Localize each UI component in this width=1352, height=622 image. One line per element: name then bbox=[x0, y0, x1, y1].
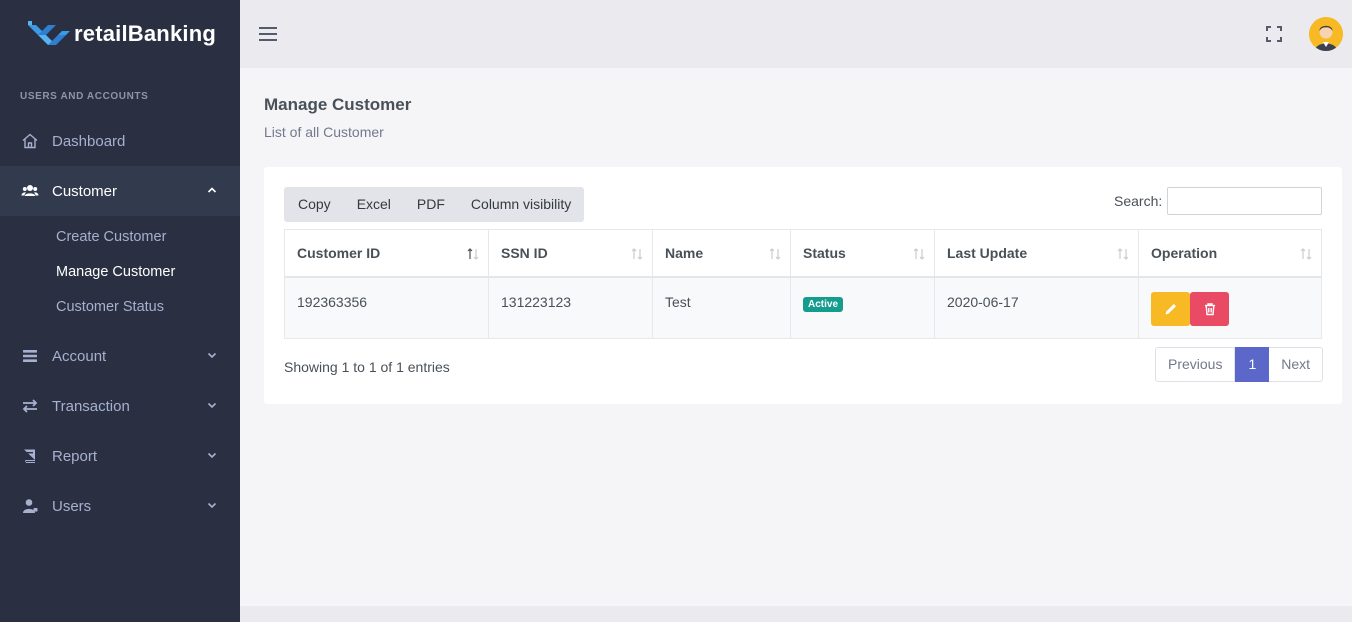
edit-button[interactable] bbox=[1151, 291, 1190, 326]
cell-name: Test bbox=[652, 276, 791, 339]
page-subtitle: List of all Customer bbox=[264, 124, 384, 140]
home-icon bbox=[20, 131, 40, 151]
brand-name: retailBanking bbox=[74, 21, 216, 46]
hamburger-menu-icon[interactable] bbox=[258, 24, 278, 44]
column-header-status[interactable]: Status bbox=[790, 229, 935, 278]
submenu-customer-status[interactable]: Customer Status bbox=[0, 290, 240, 325]
submenu-create-customer[interactable]: Create Customer bbox=[0, 220, 240, 255]
chevron-up-icon bbox=[207, 187, 217, 193]
column-header-operation[interactable]: Operation bbox=[1138, 229, 1322, 278]
sidebar-item-label: Users bbox=[52, 497, 92, 515]
table-info: Showing 1 to 1 of 1 entries bbox=[284, 359, 450, 375]
sort-icon bbox=[769, 248, 781, 260]
column-visibility-button[interactable]: Column visibility bbox=[458, 187, 584, 222]
exchange-icon bbox=[20, 396, 40, 416]
topbar bbox=[240, 0, 1352, 68]
sidebar-item-dashboard[interactable]: Dashboard bbox=[0, 116, 240, 166]
customer-table: Customer ID SSN ID Name Status Last Upda… bbox=[284, 229, 1322, 339]
sidebar-item-label: Transaction bbox=[52, 397, 130, 415]
previous-page-button[interactable]: Previous bbox=[1155, 347, 1236, 382]
delete-button[interactable] bbox=[1190, 291, 1229, 326]
logo-icon bbox=[28, 21, 70, 45]
page-1-button[interactable]: 1 bbox=[1235, 347, 1270, 382]
list-icon bbox=[20, 346, 40, 366]
sidebar-item-label: Report bbox=[52, 447, 98, 465]
cell-customer-id: 192363356 bbox=[284, 276, 489, 339]
page-title: Manage Customer bbox=[264, 95, 412, 114]
sidebar-item-users[interactable]: Users bbox=[0, 481, 240, 531]
sort-icon bbox=[913, 248, 925, 260]
user-icon bbox=[20, 496, 40, 516]
sidebar-item-report[interactable]: Report bbox=[0, 431, 240, 481]
search-label: Search: bbox=[1114, 193, 1163, 209]
avatar-person-icon bbox=[1309, 17, 1343, 51]
trash-icon bbox=[1204, 302, 1215, 315]
sort-icon bbox=[1117, 248, 1129, 260]
column-header-ssn-id[interactable]: SSN ID bbox=[488, 229, 653, 278]
sidebar-item-transaction[interactable]: Transaction bbox=[0, 381, 240, 431]
chevron-down-icon bbox=[207, 402, 217, 409]
chevron-down-icon bbox=[207, 452, 217, 459]
search-input[interactable] bbox=[1167, 187, 1322, 215]
user-avatar[interactable] bbox=[1309, 17, 1343, 51]
chevron-down-icon bbox=[207, 352, 217, 359]
pdf-button[interactable]: PDF bbox=[404, 187, 458, 222]
sidebar-item-label: Account bbox=[52, 347, 107, 365]
fullscreen-icon[interactable] bbox=[1266, 26, 1282, 42]
cell-status: Active bbox=[790, 276, 935, 339]
table-header-row: Customer ID SSN ID Name Status Last Upda… bbox=[284, 229, 1322, 278]
customer-table-card: Copy Excel PDF Column visibility Search:… bbox=[264, 167, 1342, 404]
status-badge: Active bbox=[803, 296, 844, 312]
footer bbox=[240, 606, 1352, 622]
cell-operation bbox=[1138, 276, 1322, 339]
pencil-icon bbox=[1165, 303, 1176, 314]
sort-icon bbox=[631, 248, 643, 260]
sort-icon bbox=[1300, 248, 1312, 260]
submenu-manage-customer[interactable]: Manage Customer bbox=[0, 255, 240, 290]
users-icon bbox=[20, 181, 40, 201]
column-header-customer-id[interactable]: Customer ID bbox=[284, 229, 489, 278]
customer-submenu: Create Customer Manage Customer Customer… bbox=[0, 216, 240, 331]
next-page-button[interactable]: Next bbox=[1269, 347, 1324, 382]
sidebar-item-customer[interactable]: Customer bbox=[0, 166, 240, 216]
column-header-last-update[interactable]: Last Update bbox=[934, 229, 1139, 278]
export-button-group: Copy Excel PDF Column visibility bbox=[284, 187, 585, 222]
excel-button[interactable]: Excel bbox=[344, 187, 404, 222]
pagination: Previous 1 Next bbox=[1155, 347, 1324, 382]
table-row: 192363356 131223123 Test Active 2020-06-… bbox=[284, 276, 1322, 339]
brand[interactable]: retailBanking bbox=[0, 0, 240, 68]
sidebar-item-label: Dashboard bbox=[52, 132, 126, 150]
book-icon bbox=[20, 446, 40, 466]
chevron-down-icon bbox=[207, 502, 217, 509]
sort-asc-icon bbox=[467, 248, 479, 260]
column-header-name[interactable]: Name bbox=[652, 229, 791, 278]
sidebar-item-label: Customer bbox=[52, 182, 118, 200]
cell-last-update: 2020-06-17 bbox=[934, 276, 1139, 339]
copy-button[interactable]: Copy bbox=[284, 187, 344, 222]
sidebar: retailBanking USERS AND ACCOUNTS Dashboa… bbox=[0, 0, 240, 622]
cell-ssn-id: 131223123 bbox=[488, 276, 653, 339]
menu-section-title: USERS AND ACCOUNTS bbox=[20, 91, 149, 102]
sidebar-item-account[interactable]: Account bbox=[0, 331, 240, 381]
